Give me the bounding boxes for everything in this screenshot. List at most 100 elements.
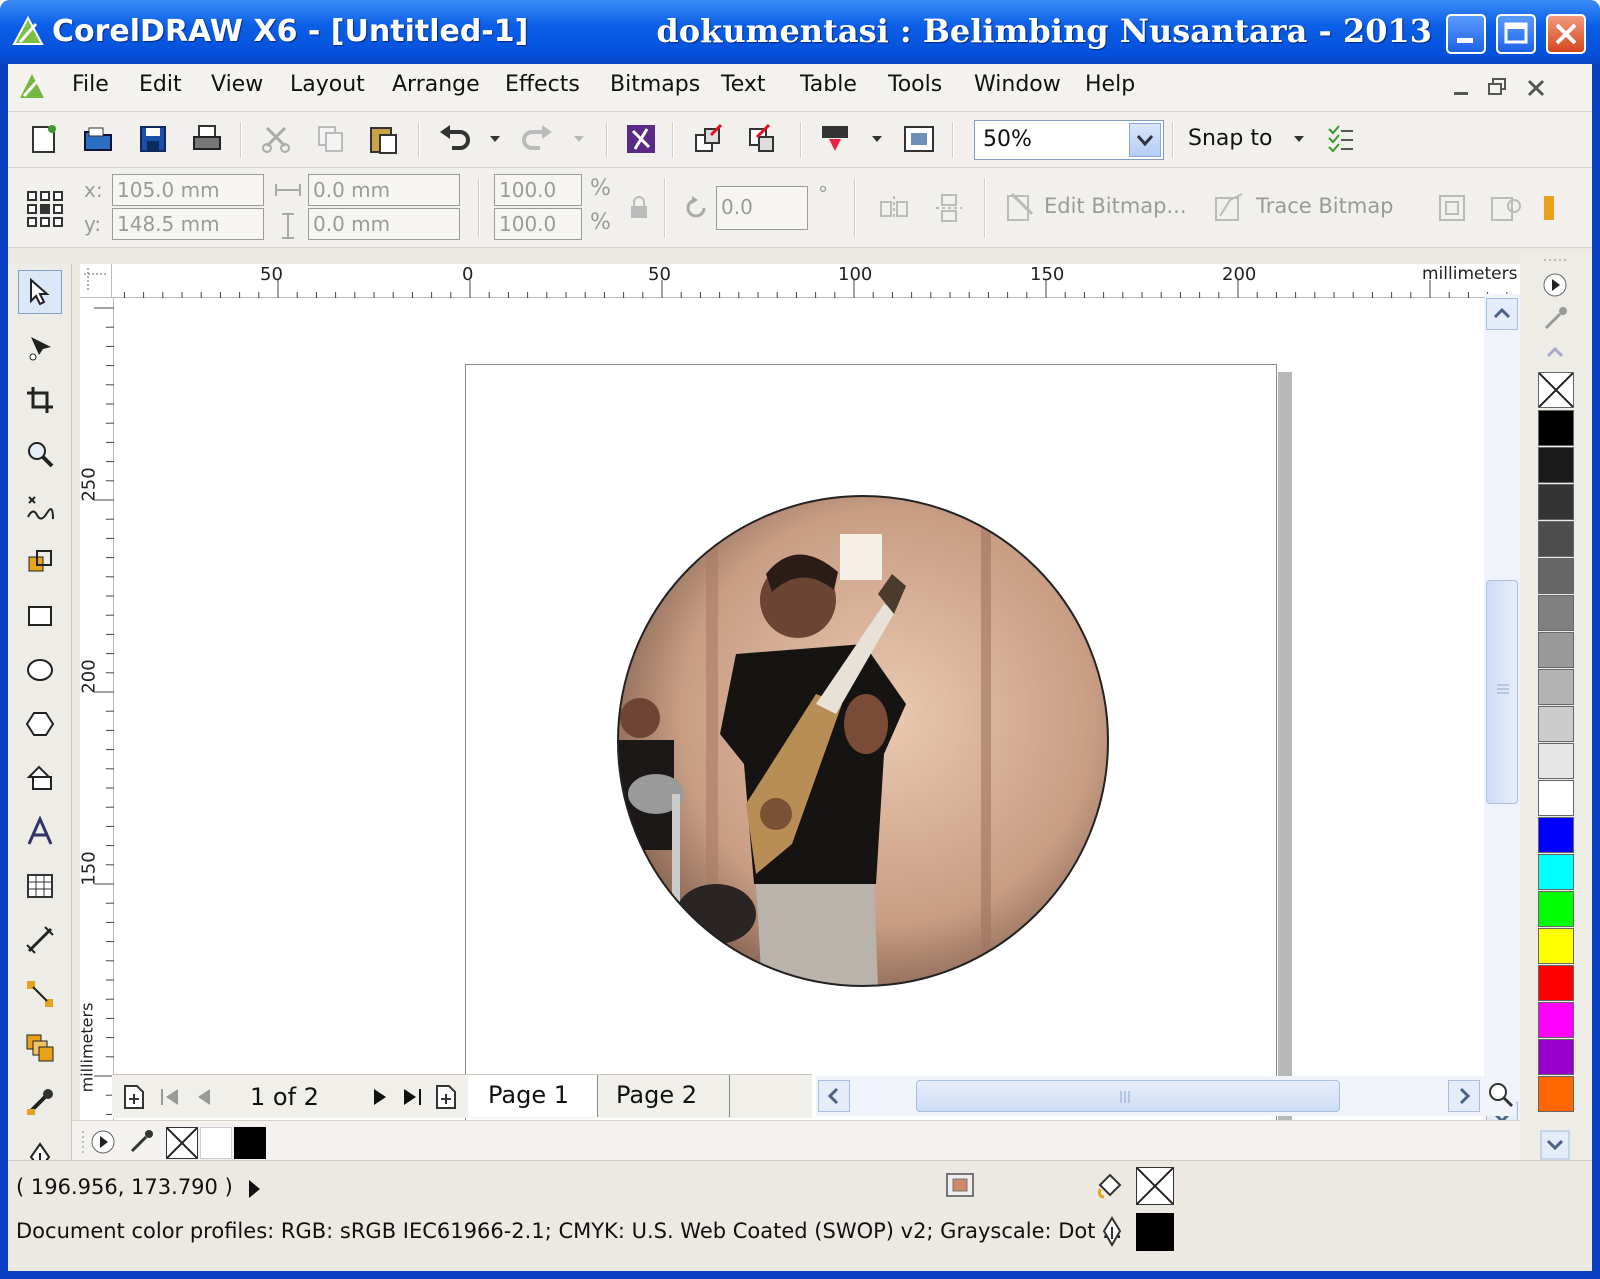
color-swatch[interactable]: [1538, 521, 1574, 557]
doc-close-icon[interactable]: [1522, 74, 1550, 102]
menu-table[interactable]: Table: [800, 72, 857, 97]
menu-text[interactable]: Text: [721, 72, 766, 97]
doc-no-color-swatch[interactable]: [166, 1127, 198, 1159]
edit-bitmap-button[interactable]: Edit Bitmap...: [1004, 190, 1194, 226]
scroll-left-button[interactable]: [818, 1080, 850, 1112]
save-button[interactable]: [134, 120, 172, 158]
palette-scroll-down-icon[interactable]: [1540, 1130, 1570, 1160]
zoom-dropdown-button[interactable]: [1129, 123, 1161, 157]
color-swatch[interactable]: [1538, 706, 1574, 742]
connector-tool[interactable]: [18, 972, 62, 1016]
publish-pdf-button[interactable]: [816, 120, 854, 158]
export-button[interactable]: [744, 120, 782, 158]
horizontal-ruler[interactable]: 50 0 50 100 150 200 millimeters: [112, 264, 1520, 298]
eyedropper-tool[interactable]: [18, 1080, 62, 1124]
rotation-angle-field[interactable]: 0.0: [716, 186, 808, 230]
vertical-scroll-thumb[interactable]: [1486, 580, 1518, 804]
menu-edit[interactable]: Edit: [139, 72, 182, 97]
first-page-icon[interactable]: [158, 1085, 182, 1109]
next-page-icon[interactable]: [368, 1085, 392, 1109]
object-height-field[interactable]: 0.0 mm: [308, 208, 460, 240]
mirror-horizontal-icon[interactable]: [878, 194, 910, 222]
ruler-origin[interactable]: [80, 264, 112, 298]
palette-scroll-up-icon[interactable]: [1540, 340, 1570, 364]
scale-y-field[interactable]: 100.0: [494, 208, 582, 240]
trace-bitmap-button[interactable]: Trace Bitmap: [1212, 190, 1412, 226]
color-swatch[interactable]: [1538, 1039, 1574, 1075]
menu-file[interactable]: File: [72, 72, 109, 97]
palette-flyout-icon[interactable]: [1540, 270, 1570, 300]
doc-restore-icon[interactable]: [1484, 74, 1512, 102]
close-button[interactable]: [1546, 14, 1586, 54]
color-swatch[interactable]: [1538, 1002, 1574, 1038]
circular-photo[interactable]: [616, 494, 1110, 988]
color-swatch[interactable]: [1538, 595, 1574, 631]
color-swatch[interactable]: [1538, 743, 1574, 779]
pick-tool[interactable]: [18, 270, 62, 314]
paste-button[interactable]: [364, 120, 402, 158]
tab-page-1[interactable]: Page 1: [468, 1075, 598, 1117]
doc-black-swatch[interactable]: [234, 1127, 266, 1159]
color-swatch[interactable]: [1538, 632, 1574, 668]
color-swatch[interactable]: [1538, 854, 1574, 890]
scroll-up-button[interactable]: [1486, 298, 1518, 330]
ellipse-tool[interactable]: [18, 648, 62, 692]
redo-dropdown-icon[interactable]: [572, 134, 586, 144]
rectangle-tool[interactable]: [18, 594, 62, 638]
doc-minimize-icon[interactable]: [1448, 74, 1476, 102]
zoom-tool[interactable]: [18, 432, 62, 476]
cut-button[interactable]: [258, 120, 296, 158]
menu-window[interactable]: Window: [974, 72, 1061, 97]
launcher-dropdown-icon[interactable]: [870, 134, 884, 144]
menu-view[interactable]: View: [211, 72, 263, 97]
doc-white-swatch[interactable]: [200, 1127, 232, 1159]
y-position-field[interactable]: 148.5 mm: [112, 208, 264, 240]
menu-bitmaps[interactable]: Bitmaps: [610, 72, 700, 97]
color-swatch[interactable]: [1538, 447, 1574, 483]
color-swatch[interactable]: [1538, 484, 1574, 520]
full-screen-preview-button[interactable]: [900, 120, 938, 158]
color-swatch[interactable]: [1538, 891, 1574, 927]
color-swatch[interactable]: [1538, 558, 1574, 594]
lock-ratio-icon[interactable]: [628, 196, 650, 220]
dimension-tool[interactable]: [18, 918, 62, 962]
new-document-button[interactable]: [24, 120, 62, 158]
x-position-field[interactable]: 105.0 mm: [112, 174, 264, 206]
no-color-swatch[interactable]: [1538, 372, 1574, 408]
minimize-button[interactable]: [1446, 14, 1486, 54]
import-button[interactable]: [690, 120, 728, 158]
vertical-scrollbar[interactable]: [1484, 294, 1520, 1138]
previous-page-icon[interactable]: [192, 1085, 216, 1109]
print-button[interactable]: [188, 120, 226, 158]
vertical-ruler[interactable]: 250 200 150 millimeters: [77, 298, 114, 1138]
options-button[interactable]: [1322, 120, 1360, 158]
add-page-before-icon[interactable]: [122, 1083, 146, 1111]
menu-arrange[interactable]: Arrange: [392, 72, 480, 97]
document-palette-eyedropper-icon[interactable]: [126, 1127, 156, 1157]
smart-fill-tool[interactable]: [18, 540, 62, 584]
crop-tool[interactable]: [18, 378, 62, 422]
color-profiles-text[interactable]: Document color profiles: RGB: sRGB IEC61…: [16, 1219, 1122, 1243]
blend-tool[interactable]: [18, 1026, 62, 1070]
shape-tool[interactable]: [18, 324, 62, 368]
polygon-tool[interactable]: [18, 702, 62, 746]
color-swatch[interactable]: [1538, 669, 1574, 705]
tab-page-2[interactable]: Page 2: [600, 1075, 730, 1117]
horizontal-scrollbar[interactable]: [816, 1076, 1516, 1116]
add-page-after-icon[interactable]: [434, 1083, 458, 1111]
open-button[interactable]: [80, 120, 118, 158]
copy-button[interactable]: [312, 120, 350, 158]
menu-help[interactable]: Help: [1085, 72, 1135, 97]
color-proof-icon[interactable]: [944, 1169, 976, 1201]
color-swatch[interactable]: [1538, 928, 1574, 964]
last-page-icon[interactable]: [400, 1085, 424, 1109]
menu-layout[interactable]: Layout: [290, 72, 365, 97]
mirror-vertical-icon[interactable]: [934, 192, 964, 224]
menu-tools[interactable]: Tools: [888, 72, 942, 97]
navigator-zoom-icon[interactable]: [1486, 1080, 1516, 1110]
color-swatch[interactable]: [1538, 1076, 1574, 1112]
table-tool[interactable]: [18, 864, 62, 908]
object-origin-icon[interactable]: [26, 190, 64, 228]
color-swatch[interactable]: [1538, 410, 1574, 446]
snap-to-dropdown-icon[interactable]: [1292, 134, 1306, 144]
